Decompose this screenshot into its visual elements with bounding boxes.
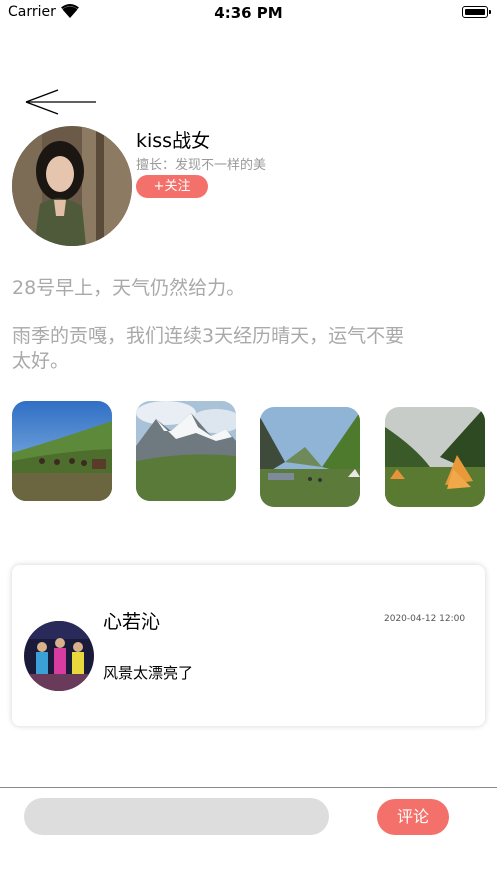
status-time: 4:36 PM: [214, 4, 283, 22]
battery-tip: [489, 10, 491, 14]
commenter-avatar[interactable]: [24, 621, 94, 691]
user-avatar[interactable]: [12, 126, 132, 246]
post-photo-tents-forest[interactable]: [385, 407, 485, 507]
post-text-line: 28号早上，天气仍然给力。: [12, 277, 246, 299]
commenter-name: 心若沁: [103, 611, 161, 633]
username: kiss战女: [136, 130, 211, 152]
comment-submit-button[interactable]: 评论: [377, 799, 449, 835]
follow-button[interactable]: +关注: [136, 175, 208, 198]
post-photo-valley-camp[interactable]: [260, 407, 360, 507]
battery-icon: [462, 6, 488, 18]
post-text-line: 太好。: [12, 350, 70, 372]
post-photo-grassland[interactable]: [12, 401, 112, 501]
comment-text: 风景太漂亮了: [103, 664, 194, 682]
comment-input[interactable]: [24, 798, 329, 835]
user-specialty: 擅长：发现不一样的美: [136, 158, 267, 173]
footer-divider: [0, 787, 497, 788]
post-photo-snow-mountain[interactable]: [136, 401, 236, 501]
post-text-line: 雨季的贡嘎，我们连续3天经历晴天，运气不要: [12, 325, 405, 347]
back-arrow-icon[interactable]: [24, 88, 98, 116]
comment-timestamp: 2020-04-12 12:00: [384, 614, 466, 624]
